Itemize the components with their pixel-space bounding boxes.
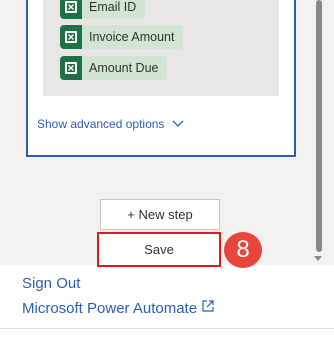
show-advanced-options-link[interactable]: Show advanced options [37,117,184,131]
token-amount-due[interactable]: Amount Due [60,56,168,80]
sign-out-link[interactable]: Sign Out [22,275,80,292]
token-email-id[interactable]: Email ID [60,0,146,19]
token-label: Amount Due [89,61,159,75]
advanced-options-label: Show advanced options [37,117,165,131]
sign-out-label: Sign Out [22,275,81,292]
save-button[interactable]: Save [97,232,221,267]
chevron-down-icon [172,117,184,131]
excel-icon [60,25,82,49]
step-marker-badge: 8 [224,232,262,268]
token-label: Invoice Amount [89,30,175,44]
new-step-button[interactable]: + New step [100,199,220,230]
external-link-icon [201,299,215,317]
dynamic-content-field[interactable]: Email ID Invoice Amount Amount Due [43,0,279,96]
scrollbar-thumb[interactable] [316,0,322,252]
excel-icon [60,56,82,80]
power-automate-label: Microsoft Power Automate [22,299,198,317]
token-label: Email ID [89,0,137,14]
token-invoice-amount[interactable]: Invoice Amount [60,25,184,49]
footer-divider [0,328,334,329]
scroll-down-arrow-icon[interactable] [313,253,323,263]
power-automate-link[interactable]: Microsoft Power Automate [22,299,215,317]
action-card: Email ID Invoice Amount Amount Due Show … [26,0,296,157]
excel-icon [60,0,82,19]
